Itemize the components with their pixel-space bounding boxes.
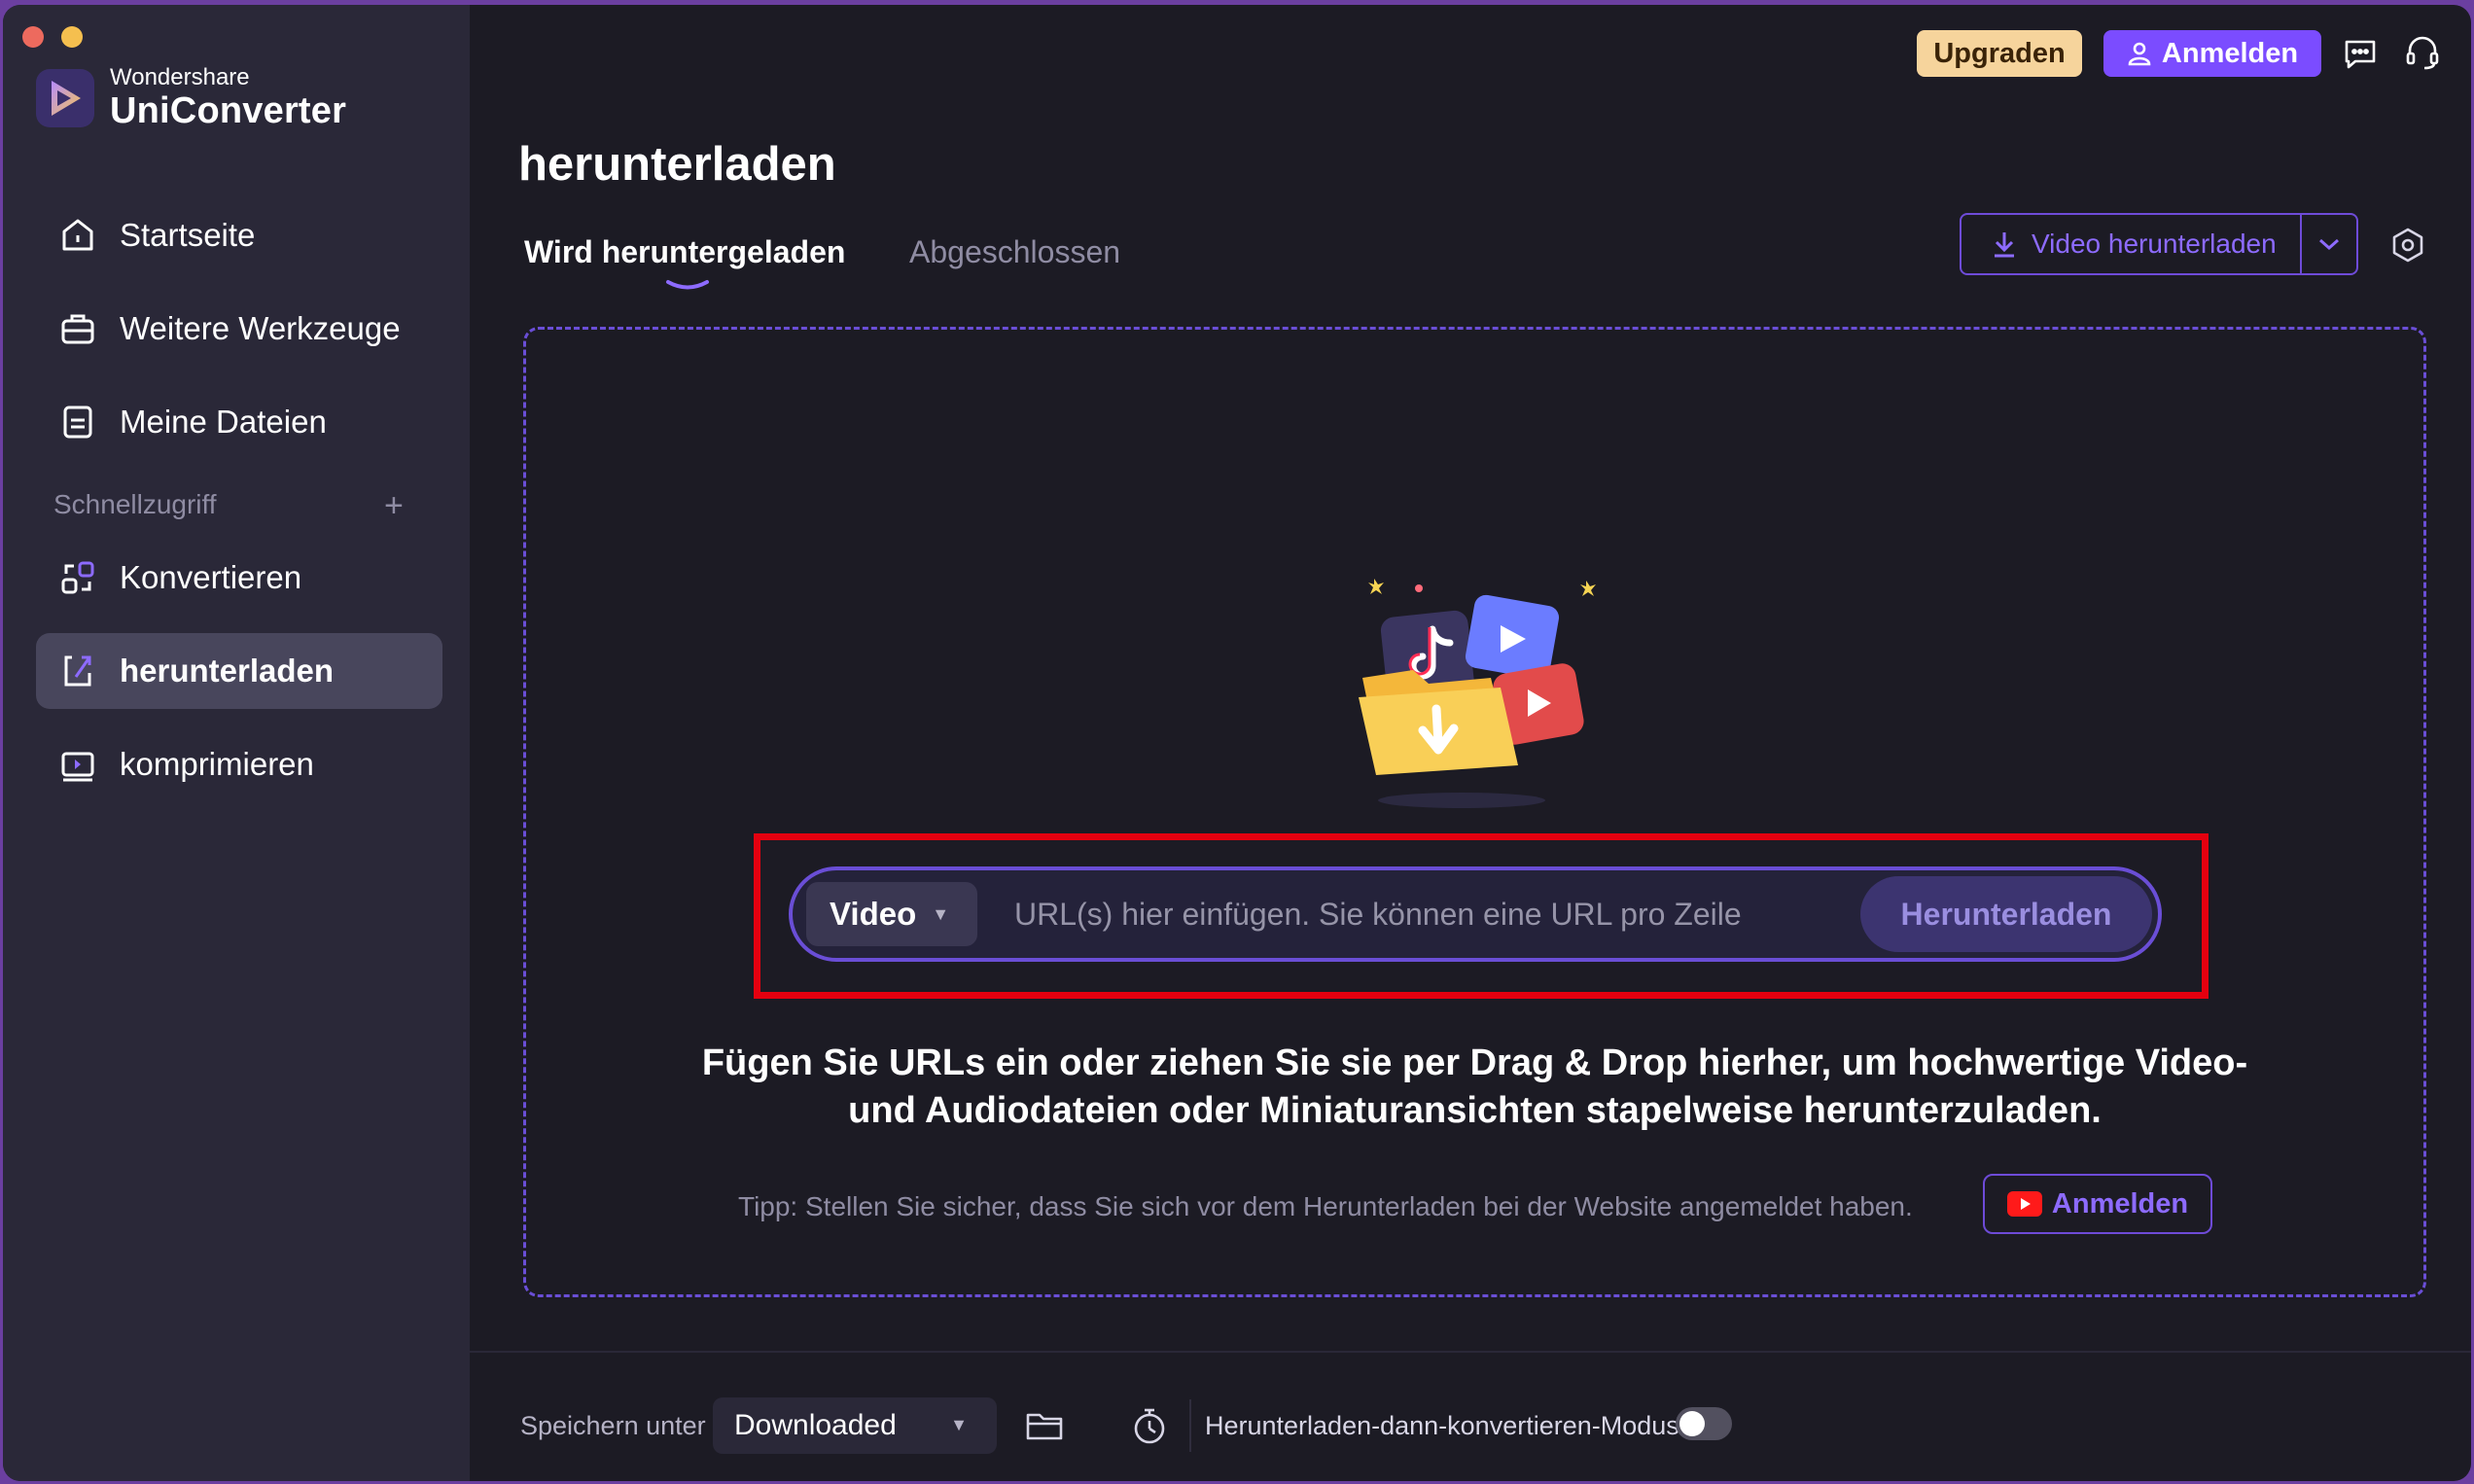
description-line-1: Fügen Sie URLs ein oder ziehen Sie sie p… bbox=[701, 1042, 2248, 1083]
files-icon bbox=[55, 400, 100, 444]
sidebar-item-weitere-werkzeuge[interactable]: Weitere Werkzeuge bbox=[36, 291, 442, 367]
brand-name: UniConverter bbox=[110, 90, 347, 131]
uniconverter-logo-icon bbox=[36, 69, 94, 127]
tab-completed[interactable]: Abgeschlossen bbox=[909, 234, 1120, 270]
url-input[interactable] bbox=[1012, 895, 1860, 934]
compress-icon bbox=[55, 742, 100, 787]
tip-text: Tipp: Stellen Sie sicher, dass Sie sich … bbox=[738, 1191, 1913, 1221]
sidebar-item-meine-dateien[interactable]: Meine Dateien bbox=[36, 384, 442, 460]
sidebar-item-startseite[interactable]: Startseite bbox=[36, 197, 442, 273]
page-title: herunterladen bbox=[518, 138, 836, 191]
support-headset-icon[interactable] bbox=[2403, 34, 2442, 73]
convert-mode-label: Herunterladen-dann-konvertieren-Modus bbox=[1205, 1411, 1679, 1440]
add-quick-access-button[interactable]: + bbox=[384, 487, 404, 525]
youtube-login-label: Anmelden bbox=[2051, 1187, 2189, 1219]
active-tab-indicator bbox=[666, 280, 709, 290]
media-type-select[interactable]: Video ▼ bbox=[806, 882, 977, 946]
chevron-down-icon[interactable] bbox=[2302, 236, 2356, 252]
convert-mode-toggle[interactable] bbox=[1676, 1407, 1732, 1440]
download-icon bbox=[55, 649, 100, 693]
brand: Wondershare UniConverter bbox=[36, 65, 346, 131]
settings-icon[interactable] bbox=[2387, 225, 2428, 265]
user-icon bbox=[2128, 42, 2151, 66]
quick-access-label: Schnellzugriff bbox=[53, 489, 217, 519]
footer-bar: Speichern unter Downloaded ▼ Herunterlad… bbox=[470, 1351, 2471, 1481]
app-window: Wondershare UniConverter Startseite Weit… bbox=[3, 5, 2471, 1481]
download-arrow-icon bbox=[1995, 232, 2014, 258]
toggle-knob bbox=[1679, 1411, 1705, 1436]
youtube-login-button[interactable]: Anmelden bbox=[1983, 1174, 2212, 1234]
tab-downloading[interactable]: Wird heruntergeladen bbox=[524, 234, 845, 270]
save-location-label: Speichern unter bbox=[520, 1411, 706, 1440]
toolbox-icon bbox=[55, 306, 100, 351]
sidebar-item-label: Startseite bbox=[120, 217, 256, 253]
sidebar-item-komprimieren[interactable]: komprimieren bbox=[36, 726, 442, 802]
description: Fügen Sie URLs ein oder ziehen Sie sie p… bbox=[523, 1040, 2426, 1135]
caret-down-icon: ▼ bbox=[950, 1415, 968, 1434]
description-line-2: und Audiodateien oder Miniaturansichten … bbox=[848, 1090, 2102, 1131]
media-type-value: Video bbox=[830, 896, 917, 932]
sidebar: Wondershare UniConverter Startseite Weit… bbox=[3, 5, 470, 1481]
download-illustration-icon bbox=[1359, 579, 1596, 808]
sidebar-item-label: Konvertieren bbox=[120, 559, 302, 595]
divider bbox=[1189, 1399, 1191, 1452]
folder-icon[interactable] bbox=[1020, 1401, 1069, 1450]
save-location-value: Downloaded bbox=[734, 1409, 897, 1441]
sidebar-item-label: Weitere Werkzeuge bbox=[120, 310, 401, 346]
video-download-label: Video herunterladen bbox=[2032, 229, 2277, 259]
sidebar-item-herunterladen[interactable]: herunterladen bbox=[36, 633, 442, 709]
close-window-button[interactable] bbox=[22, 26, 44, 48]
caret-down-icon: ▼ bbox=[932, 903, 950, 924]
home-icon bbox=[55, 213, 100, 258]
download-button[interactable]: Herunterladen bbox=[1860, 876, 2152, 952]
login-button[interactable]: Anmelden bbox=[2103, 30, 2321, 77]
youtube-icon bbox=[2006, 1191, 2042, 1217]
url-bar: Video ▼ Herunterladen bbox=[789, 866, 2162, 962]
video-download-split-button: Video herunterladen bbox=[1960, 213, 2358, 275]
sidebar-item-konvertieren[interactable]: Konvertieren bbox=[36, 540, 442, 616]
login-button-label: Anmelden bbox=[2161, 37, 2299, 69]
chat-icon[interactable] bbox=[2341, 34, 2380, 73]
minimize-window-button[interactable] bbox=[61, 26, 83, 48]
convert-icon bbox=[55, 555, 100, 600]
timer-icon[interactable] bbox=[1125, 1401, 1174, 1450]
save-location-select[interactable]: Downloaded ▼ bbox=[713, 1397, 997, 1454]
brand-sub: Wondershare bbox=[110, 64, 250, 90]
sidebar-item-label: herunterladen bbox=[120, 653, 335, 689]
sidebar-item-label: Meine Dateien bbox=[120, 404, 327, 440]
upgrade-button[interactable]: Upgraden bbox=[1917, 30, 2082, 77]
sidebar-item-label: komprimieren bbox=[120, 746, 314, 782]
video-download-button[interactable]: Video herunterladen bbox=[1962, 215, 2302, 273]
